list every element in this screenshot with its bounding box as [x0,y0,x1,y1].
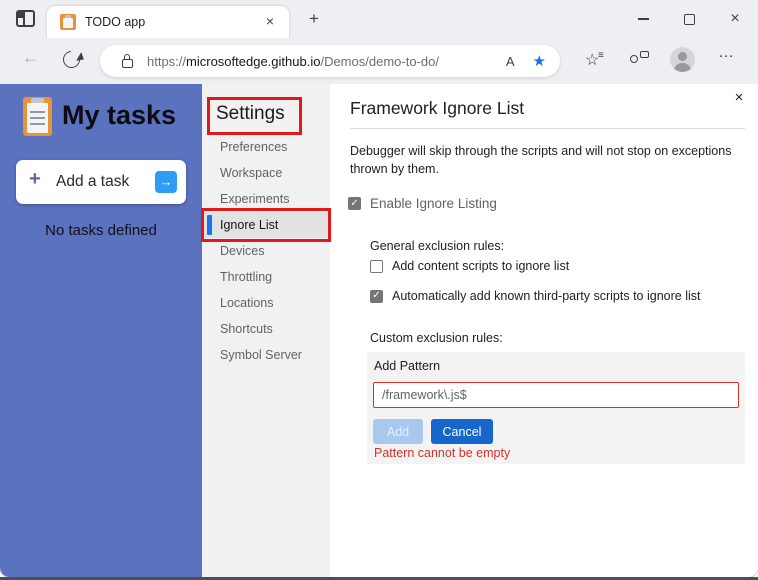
settings-nav-throttling[interactable]: Throttling [202,264,330,290]
tab-bar: TODO app × + × [0,0,758,38]
refresh-icon[interactable] [59,47,87,72]
tab-actions-divider [23,12,25,25]
favicon-paper [63,18,73,28]
settings-nav-locations[interactable]: Locations [202,290,330,316]
settings-nav-symbol-server[interactable]: Symbol Server [202,342,330,368]
settings-menu-panel: Settings Preferences Workspace Experimen… [201,84,331,577]
browser-tab[interactable]: TODO app × [47,6,289,38]
settings-nav-workspace[interactable]: Workspace [202,160,330,186]
custom-rules-label: Custom exclusion rules: [370,331,503,345]
content-scripts-row[interactable]: Add content scripts to ignore list [370,259,569,273]
check-icon: ✓ [372,290,381,301]
url-text: https://microsoftedge.github.io/Demos/de… [147,54,439,69]
add-task-label: Add a task [56,173,130,190]
tab-title: TODO app [85,15,146,29]
settings-nav-devices[interactable]: Devices [202,238,330,264]
url-path: /Demos/demo-to-do/ [320,53,439,69]
settings-nav-ignore-list[interactable]: Ignore List [202,212,330,238]
general-rules-label: General exclusion rules: [370,239,505,253]
minimize-button[interactable] [620,0,666,38]
window-controls: × [620,0,758,38]
third-party-checkbox[interactable]: ✓ [370,289,383,303]
essentials-bubble [640,51,649,58]
profile-avatar[interactable] [670,47,695,72]
tab-favicon [60,14,76,30]
url-host: microsoftedge.github.io [186,53,321,69]
lock-icon [122,53,133,68]
settings-nav-list: Preferences Workspace Experiments Ignore… [202,134,330,368]
maximize-icon [683,13,695,25]
favicon-clip [65,15,71,18]
settings-nav-ignore-list-label: Ignore List [220,218,279,232]
todo-sidebar: My tasks + Add a task → No tasks defined [0,84,202,577]
app-title: My tasks [62,100,177,130]
ignore-list-panel: × Framework Ignore List Debugger will sk… [330,84,758,577]
lock-shackle [124,53,130,60]
add-pattern-label: Add Pattern [374,359,441,373]
maximize-button[interactable] [666,0,712,38]
content-scripts-label: Add content scripts to ignore list [392,259,570,273]
clipboard-line [30,117,45,119]
clipboard-line [30,123,45,125]
settings-nav-preferences[interactable]: Preferences [202,134,330,160]
cancel-button[interactable]: Cancel [431,419,493,444]
favorite-star-icon[interactable]: ★ [533,52,546,70]
enable-ignore-listing-label: Enable Ignore Listing [370,196,497,211]
avatar-body [674,63,691,72]
dialog-close-icon[interactable]: × [729,88,749,108]
browser-toolbar: ← https://microsoftedge.github.io/Demos/… [0,38,758,84]
dialog-description: Debugger will skip through the scripts a… [350,144,732,176]
settings-nav-experiments[interactable]: Experiments [202,186,330,212]
add-pattern-box: Add Pattern Add Cancel Pattern cannot be… [367,352,745,464]
back-icon[interactable]: ← [22,48,39,68]
tab-close-icon[interactable]: × [261,13,279,31]
url-protocol: https:// [147,53,187,69]
third-party-label: Automatically add known third-party scri… [392,289,701,303]
empty-tasks-message: No tasks defined [45,222,157,239]
dialog-title: Framework Ignore List [350,98,525,118]
minimize-icon [637,18,649,20]
enable-ignore-listing-row[interactable]: ✓ Enable Ignore Listing [348,196,497,211]
browser-window: TODO app × + × ← https://microsoftedge.g… [0,0,758,577]
close-window-button[interactable]: × [712,0,758,38]
settings-heading: Settings [216,103,285,124]
refresh-arrowhead [76,52,87,64]
enable-ignore-listing-checkbox[interactable]: ✓ [348,197,361,210]
check-icon: ✓ [350,197,359,209]
tab-actions-menu-icon[interactable] [16,10,35,27]
third-party-row[interactable]: ✓ Automatically add known third-party sc… [370,289,700,303]
favorites-lines: ≡ [598,50,604,61]
avatar-head [678,52,687,61]
browser-essentials-icon[interactable] [629,51,649,69]
close-window-icon: × [730,10,740,27]
pattern-error-message: Pattern cannot be empty [374,446,511,460]
pattern-input[interactable] [373,382,739,408]
favorites-hub-icon[interactable]: ☆ ≡ [585,50,604,70]
new-tab-button[interactable]: + [303,8,325,30]
add-task-field[interactable]: + Add a task → [16,160,186,204]
essentials-head [630,55,638,63]
address-bar[interactable]: https://microsoftedge.github.io/Demos/de… [100,45,560,77]
selection-indicator [207,215,212,235]
read-aloud-icon[interactable]: A [506,54,515,69]
add-button[interactable]: Add [373,419,423,444]
content-scripts-checkbox[interactable] [370,259,383,273]
settings-more-icon[interactable]: … [718,44,735,62]
plus-icon: + [29,168,41,190]
title-divider [350,128,745,129]
clipboard-icon [23,97,52,136]
settings-nav-shortcuts[interactable]: Shortcuts [202,316,330,342]
submit-task-button[interactable]: → [155,171,177,193]
clipboard-line [30,111,45,113]
